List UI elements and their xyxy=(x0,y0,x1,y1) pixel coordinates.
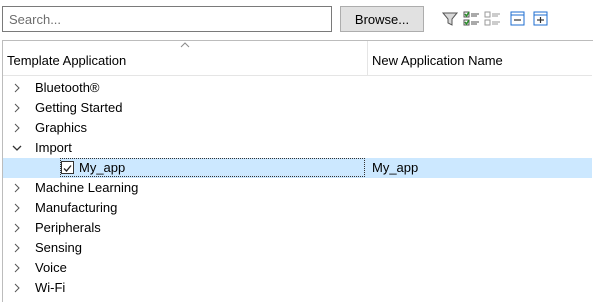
chevron-right-icon[interactable] xyxy=(11,242,23,254)
tree-item-label: Peripherals xyxy=(35,220,101,235)
chevron-right-icon[interactable] xyxy=(11,82,23,94)
search-input[interactable]: Search... xyxy=(2,6,332,32)
chevron-right-icon[interactable] xyxy=(11,202,23,214)
tree-item-getting-started[interactable]: Getting Started xyxy=(3,98,592,118)
tree-item-label: Voice xyxy=(35,260,67,275)
tree-item-wi-fi[interactable]: Wi-Fi xyxy=(3,278,592,298)
tree-header: Template Application New Application Nam… xyxy=(3,41,592,76)
select-all-icon[interactable] xyxy=(463,10,481,28)
tree-item-label: Wi-Fi xyxy=(35,280,66,295)
tree-item-sensing[interactable]: Sensing xyxy=(3,238,592,258)
tree-item-peripherals[interactable]: Peripherals xyxy=(3,218,592,238)
collapse-all-icon[interactable] xyxy=(509,10,527,28)
tree-item-graphics[interactable]: Graphics xyxy=(3,118,592,138)
chevron-down-icon[interactable] xyxy=(11,142,23,154)
search-placeholder: Search... xyxy=(9,11,62,27)
chevron-right-icon[interactable] xyxy=(11,122,23,134)
sort-caret-icon xyxy=(180,42,190,48)
tree-item-import[interactable]: Import xyxy=(3,138,592,158)
tree-item-bluetooth[interactable]: Bluetooth® xyxy=(3,78,592,98)
tree-item-label: Sensing xyxy=(35,240,82,255)
column-header-new-name[interactable]: New Application Name xyxy=(372,53,503,68)
checkmark-icon xyxy=(63,165,72,172)
chevron-right-icon[interactable] xyxy=(11,182,23,194)
tree-item-label: Getting Started xyxy=(35,100,123,115)
browse-button[interactable]: Browse... xyxy=(340,6,424,32)
filter-icon[interactable] xyxy=(441,10,459,28)
tree-item-machine-learning[interactable]: Machine Learning xyxy=(3,178,592,198)
expand-all-icon[interactable] xyxy=(532,10,550,28)
tree-item-label: Bluetooth® xyxy=(35,80,100,95)
tree-item-my-app[interactable]: My_app My_app xyxy=(3,158,592,178)
tree-child-label: My_app xyxy=(79,160,126,175)
template-tree[interactable]: Template Application New Application Nam… xyxy=(2,40,593,302)
deselect-all-icon[interactable] xyxy=(484,10,502,28)
chevron-right-icon[interactable] xyxy=(11,102,23,114)
chevron-right-icon[interactable] xyxy=(11,222,23,234)
tree-item-label: Import xyxy=(35,140,72,155)
chevron-right-icon[interactable] xyxy=(11,282,23,294)
tree-item-voice[interactable]: Voice xyxy=(3,258,592,278)
new-application-name-cell[interactable]: My_app xyxy=(372,160,418,175)
tree-item-label: Manufacturing xyxy=(35,200,118,215)
column-divider[interactable] xyxy=(367,41,368,75)
tree-item-label: Graphics xyxy=(35,120,88,135)
tree-item-label: Machine Learning xyxy=(35,180,139,195)
column-header-template[interactable]: Template Application xyxy=(7,53,126,68)
chevron-right-icon[interactable] xyxy=(11,262,23,274)
tree-item-manufacturing[interactable]: Manufacturing xyxy=(3,198,592,218)
my-app-checkbox[interactable] xyxy=(61,161,74,174)
